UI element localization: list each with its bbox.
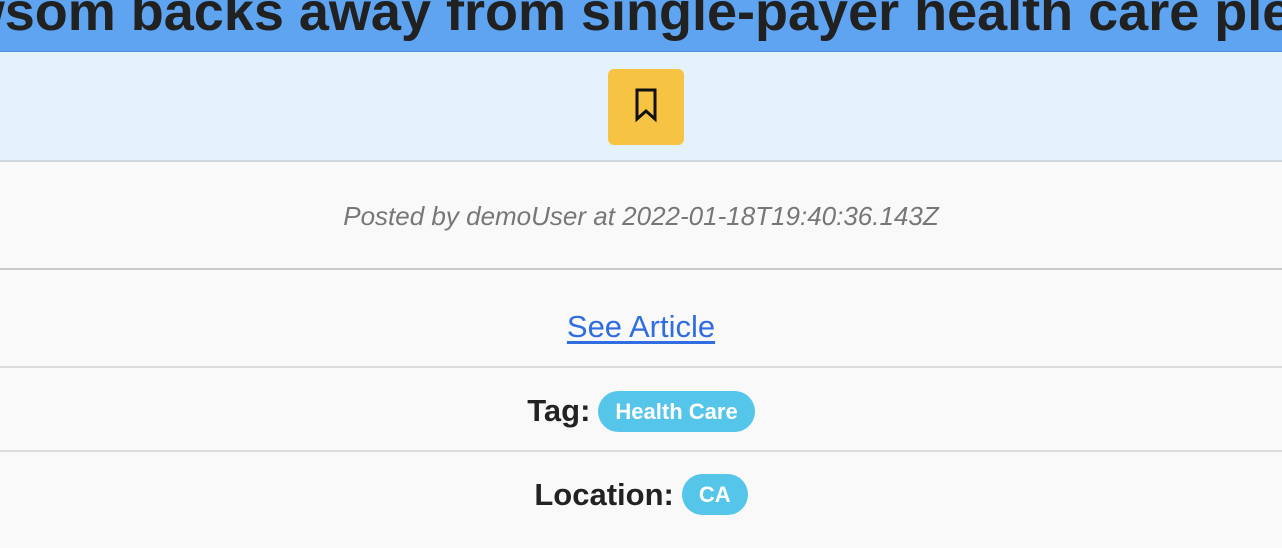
tag-label: Tag: (527, 393, 591, 428)
see-article-link[interactable]: See Article (567, 309, 715, 345)
bookmark-icon (632, 87, 660, 128)
posted-info-row: Posted by demoUser at 2022-01-18T19:40:3… (0, 162, 1282, 270)
location-label: Location: (534, 476, 674, 512)
post-title: Newsom backs away from single-payer heal… (0, 0, 1282, 42)
tag-row: Tag: Health Care (0, 368, 1282, 452)
location-badge[interactable]: CA (681, 474, 748, 515)
posted-by-text: Posted by demoUser at 2022-01-18T19:40:3… (343, 200, 939, 231)
bookmark-button[interactable] (608, 69, 684, 145)
tag-badge[interactable]: Health Care (598, 390, 755, 432)
post-action-bar (0, 52, 1282, 162)
post-title-bar: Newsom backs away from single-payer heal… (0, 0, 1282, 52)
post-card: Newsom backs away from single-payer heal… (0, 0, 1282, 548)
article-link-row: See Article (0, 270, 1282, 368)
location-row: Location: CA (0, 452, 1282, 548)
